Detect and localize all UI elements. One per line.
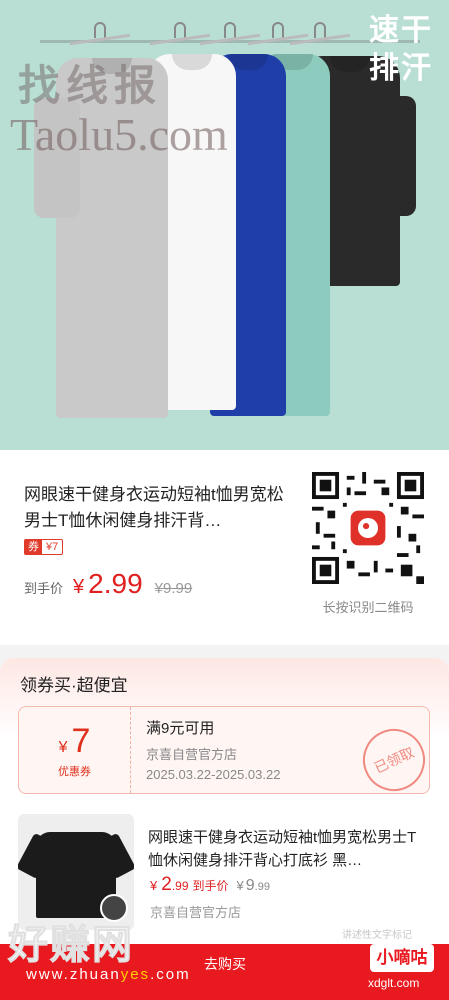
final-price: 2.99 — [88, 568, 143, 599]
coupon-amount-label: 优惠券 — [58, 765, 91, 778]
small-watermark: 讲述性文字标记 — [342, 930, 412, 941]
item-price-label: 到手价 — [192, 879, 229, 893]
product-hero-image: 速干 排汗 找线报 Taolu5.com — [0, 0, 449, 450]
hanger-icon — [290, 22, 350, 56]
item-price-int: 2 — [161, 874, 172, 895]
price-currency: ¥ — [73, 576, 85, 598]
item-orig-int: 9 — [245, 877, 255, 894]
item-shop: 京喜自营官方店 — [150, 905, 242, 920]
qr-code[interactable] — [312, 472, 424, 584]
quick-dry-badge: 速干 排汗 — [365, 8, 437, 92]
item-currency: ¥ — [150, 878, 158, 893]
watermark-cn: 找线报 — [18, 61, 163, 110]
coupon-section-title: 领券买·超便宜 — [20, 676, 128, 695]
badge-line1: 速干 — [369, 14, 433, 47]
watermark-xdglt: xdglt.com — [368, 976, 420, 990]
item-orig-dec: .99 — [254, 881, 270, 893]
coupon-card[interactable]: ¥ 7 优惠券 满9元可用 京喜自营官方店 2025.03.22-2025.03… — [18, 706, 436, 802]
coupon-shop: 京喜自营官方店 — [146, 747, 238, 762]
coupon-date-range: 2025.03.22-2025.03.22 — [146, 767, 281, 782]
hanger-icon — [70, 22, 130, 56]
item-price-row: ¥ 2 .99 到手价 ¥ 9 .99 — [150, 874, 270, 896]
watermark-en: Taolu5.com — [10, 109, 228, 160]
watermark-haozhuan: 好赚网 — [8, 923, 134, 968]
coupon-tag: 券 ¥7 — [24, 539, 64, 555]
price-row: 到手价 ¥ 2.99 ¥9.99 — [24, 568, 192, 602]
watermark-site: www.zhuanyes.com — [26, 966, 191, 983]
coupon-condition: 满9元可用 — [146, 720, 215, 737]
coupon-amount: 7 — [71, 721, 91, 760]
item-title[interactable]: 网眼速干健身衣运动短袖t恤男宽松男士T恤休闲健身排汗背心打底衫 黑… — [148, 826, 430, 872]
price-label: 到手价 — [24, 581, 64, 596]
coupon-tag-amount: ¥7 — [46, 541, 59, 553]
watermark-xiaodigu: 小嘀咕 — [370, 944, 434, 972]
coupon-currency: ¥ — [58, 738, 68, 756]
claimed-stamp: 已领取 — [352, 718, 436, 802]
product-title: 网眼速干健身衣运动短袖t恤男宽松男士T恤休闲健身排汗背… — [24, 485, 284, 530]
coupon-tag-label: 券 — [25, 540, 42, 554]
qr-caption: 长按识别二维码 — [322, 600, 414, 615]
badge-line2: 排汗 — [369, 52, 433, 85]
original-price: ¥9.99 — [154, 580, 193, 597]
item-price-dec: .99 — [171, 879, 189, 893]
coupon-amount-box: ¥ 7 优惠券 — [19, 707, 131, 793]
item-orig-currency: ¥ — [236, 878, 244, 893]
